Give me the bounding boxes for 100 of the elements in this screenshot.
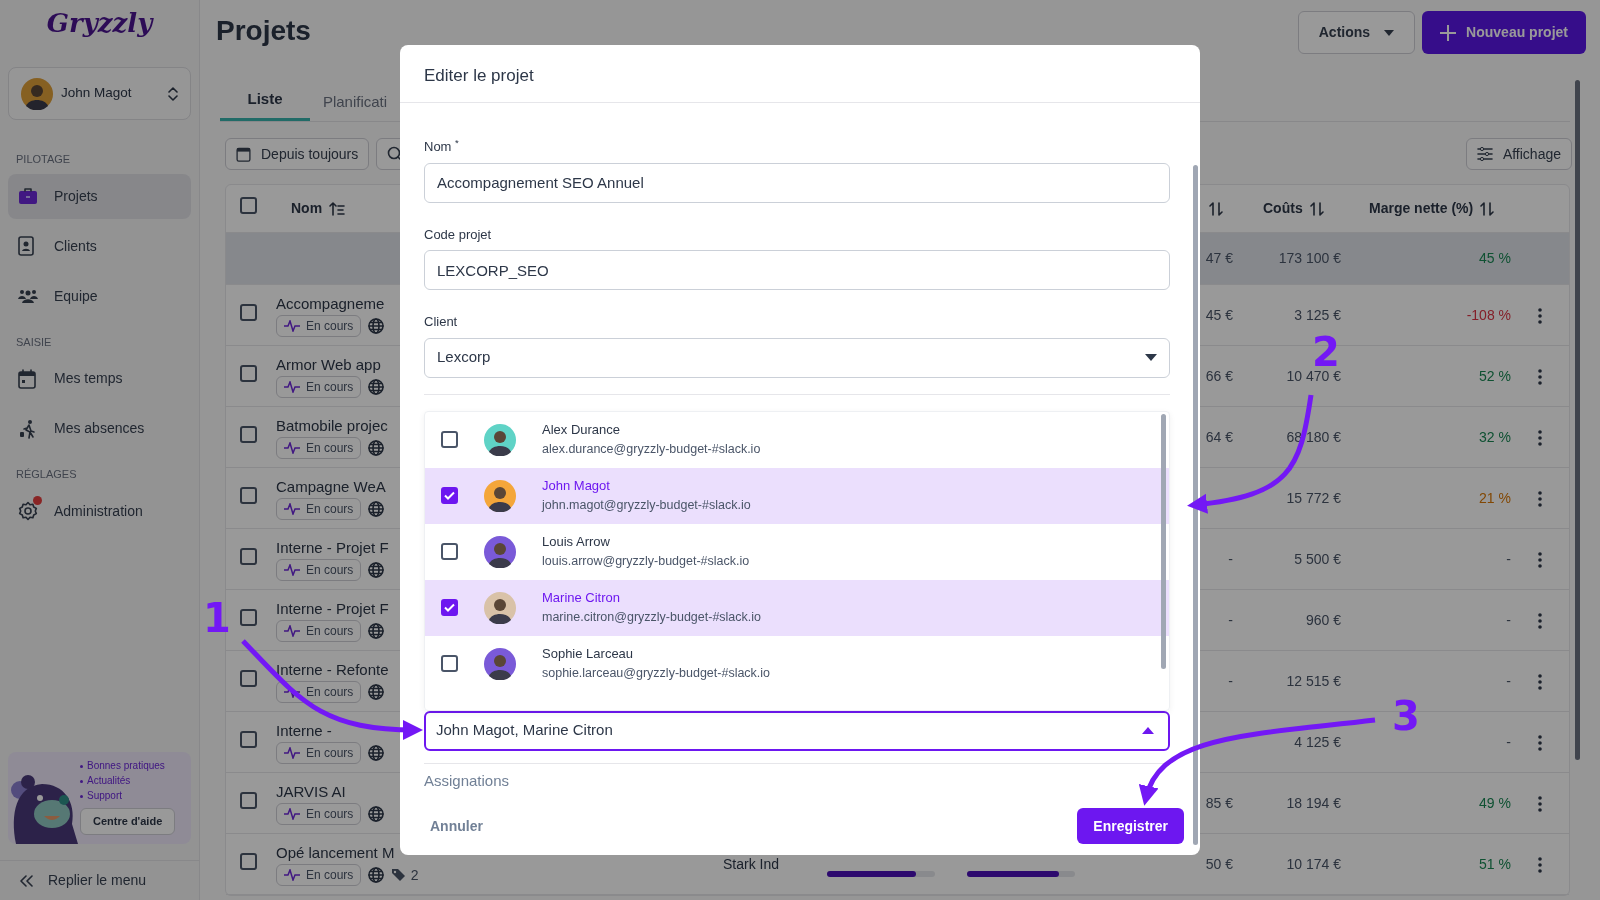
row-checkbox[interactable]	[240, 486, 257, 504]
activity-icon	[284, 442, 300, 455]
member-email: louis.arrow@gryzzly-budget-#slack.io	[542, 552, 750, 570]
sidebar-item[interactable]: Equipe	[8, 273, 191, 319]
tab[interactable]: Planificati	[310, 89, 400, 121]
members-select[interactable]: John Magot, Marine Citron	[424, 710, 1170, 751]
section-heading: SAISIE	[16, 334, 53, 350]
member-checkbox[interactable]	[441, 487, 458, 504]
globe-icon	[368, 806, 385, 823]
save-button[interactable]: Enregistrer	[1077, 808, 1184, 844]
table-cell: 173 100 €	[1278, 250, 1341, 266]
column-header[interactable]: Nom	[291, 198, 323, 219]
select-all-checkbox[interactable]	[240, 197, 257, 214]
row-checkbox[interactable]	[240, 669, 257, 687]
sidebar-item[interactable]: Mes temps	[8, 356, 191, 401]
text-field[interactable]: LEXCORP_SEO	[424, 250, 1170, 290]
people-icon	[18, 287, 38, 305]
contact-card-icon	[18, 236, 36, 256]
member-name: Alex Durance	[542, 421, 622, 440]
column-header[interactable]: Coûts	[1263, 198, 1303, 219]
table-cell: -	[1228, 672, 1233, 689]
cost-value: 960 €	[1305, 611, 1341, 628]
row-checkbox[interactable]	[240, 730, 257, 748]
display-settings-button[interactable]: Affichage	[1465, 138, 1572, 170]
row-checkbox[interactable]	[240, 852, 257, 870]
member-option[interactable]: Alex Durance alex.durance@gryzzly-budget-#slack.io	[425, 411, 1169, 468]
status-badge: En cours	[276, 559, 362, 582]
member-option[interactable]: Marine Citron marine.citron@gryzzly-budget-#slack.io	[425, 579, 1169, 636]
more-options-icon[interactable]	[1538, 612, 1542, 629]
scrollbar[interactable]	[1575, 80, 1580, 760]
sidebar-item[interactable]: Administration	[8, 488, 191, 534]
scrollbar[interactable]	[1161, 413, 1166, 669]
member-avatar	[484, 479, 516, 512]
cost-value: 68 180 €	[1286, 428, 1341, 445]
help-link[interactable]: Support	[80, 788, 181, 803]
member-checkbox[interactable]	[441, 599, 458, 616]
user-switcher[interactable]: John Magot	[8, 67, 191, 120]
sidebar-item[interactable]: Mes absences	[8, 406, 191, 451]
row-checkbox[interactable]	[240, 425, 257, 443]
member-option[interactable]: Louis Arrow louis.arrow@gryzzly-budget-#slack.io	[425, 523, 1169, 580]
tag-icon	[391, 868, 408, 883]
more-options-icon[interactable]	[1538, 429, 1542, 446]
app-logo[interactable]: Gryzzly	[46, 0, 153, 55]
briefcase-icon	[18, 187, 38, 205]
member-option[interactable]: Sophie Larceau sophie.larceau@gryzzly-budget-#slack.io	[425, 635, 1169, 692]
row-checkbox[interactable]	[240, 608, 257, 626]
more-options-icon[interactable]	[1538, 673, 1542, 690]
annotation-number: 1	[203, 595, 231, 641]
actions-button[interactable]: Actions	[1297, 11, 1416, 54]
table-cell: 50 €	[1205, 855, 1233, 872]
new-project-button[interactable]: Nouveau projet	[1422, 11, 1586, 54]
more-options-icon[interactable]	[1538, 795, 1542, 812]
row-checkbox[interactable]	[240, 547, 257, 565]
member-checkbox[interactable]	[441, 543, 458, 560]
sidebar-item[interactable]: Projets	[8, 173, 191, 219]
sidebar-item[interactable]: Clients	[8, 223, 191, 269]
tab[interactable]: Liste	[220, 86, 310, 121]
scrollbar[interactable]	[1193, 165, 1198, 845]
period-filter-button[interactable]: Depuis toujours	[225, 138, 370, 170]
row-checkbox[interactable]	[240, 303, 257, 321]
help-center-button[interactable]: Centre d'aide	[80, 808, 176, 835]
help-link[interactable]: Actualités	[80, 773, 181, 788]
more-options-icon[interactable]	[1538, 307, 1542, 324]
more-options-icon[interactable]	[1538, 734, 1542, 751]
cost-value: 3 125 €	[1294, 306, 1341, 323]
chevron-up-down-icon	[168, 86, 178, 101]
text-field[interactable]: Accompagnement SEO Annuel	[424, 162, 1170, 203]
row-checkbox[interactable]	[240, 791, 257, 809]
globe-icon	[368, 440, 385, 457]
help-link[interactable]: Bonnes pratiques	[80, 758, 181, 773]
notification-dot	[33, 496, 42, 505]
client-dropdown[interactable]: Lexcorp	[424, 337, 1170, 378]
globe-icon	[368, 318, 385, 335]
member-avatar	[484, 591, 516, 624]
double-chevron-left-icon	[20, 874, 34, 887]
activity-icon	[284, 564, 300, 577]
margin-value: 32 %	[1479, 428, 1511, 445]
cancel-button[interactable]: Annuler	[424, 814, 489, 838]
activity-icon	[284, 381, 300, 394]
member-checkbox[interactable]	[441, 655, 458, 672]
activity-icon	[284, 625, 300, 638]
caret-icon	[1142, 727, 1154, 734]
activity-icon	[284, 808, 300, 821]
more-options-icon[interactable]	[1538, 856, 1542, 873]
member-avatar	[484, 535, 516, 568]
column-header[interactable]: Marge nette (%)	[1369, 198, 1474, 219]
cost-value: 15 772 €	[1286, 489, 1341, 506]
status-badge: En cours	[276, 803, 362, 826]
globe-icon	[368, 684, 385, 701]
status-badge: En cours	[276, 742, 362, 765]
member-checkbox[interactable]	[441, 431, 458, 448]
row-checkbox[interactable]	[240, 364, 257, 382]
page-title: Projets	[216, 14, 311, 48]
checkmark-icon	[444, 603, 455, 612]
field-label: Code projet	[424, 225, 493, 244]
collapse-menu-button[interactable]: Replier le menu	[0, 860, 199, 900]
more-options-icon[interactable]	[1538, 368, 1542, 385]
more-options-icon[interactable]	[1538, 490, 1542, 507]
member-option[interactable]: John Magot john.magot@gryzzly-budget-#slack.io	[425, 467, 1169, 524]
more-options-icon[interactable]	[1538, 551, 1542, 568]
